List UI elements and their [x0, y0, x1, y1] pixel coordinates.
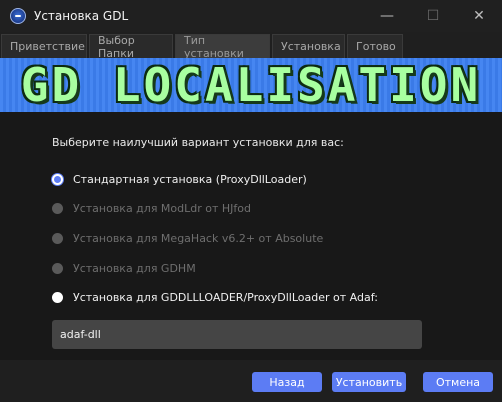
tab-welcome[interactable]: Приветствие	[1, 34, 87, 58]
tab-folder[interactable]: Выбор Папки	[89, 34, 173, 60]
radio-gddllloader[interactable]	[52, 292, 63, 303]
radio-modldr	[52, 203, 63, 214]
button-bar: Назад Установить Отмена	[0, 360, 502, 402]
option-modldr-label: Установка для ModLdr от HJfod	[73, 202, 252, 215]
option-megahack-label: Установка для MegaHack v6.2+ от Absolute	[73, 232, 324, 245]
maximize-icon[interactable]: ☐	[410, 0, 456, 32]
radio-gdhm	[52, 263, 63, 274]
title-bar: Установка GDL — ☐ ✕	[0, 0, 502, 32]
option-gddllloader[interactable]: Установка для GDDLLLOADER/ProxyDllLoader…	[52, 291, 378, 304]
cancel-button[interactable]: Отмена	[423, 372, 493, 392]
option-gdhm-label: Установка для GDHM	[73, 262, 196, 275]
option-megahack: Установка для MegaHack v6.2+ от Absolute	[52, 232, 323, 245]
back-button[interactable]: Назад	[252, 372, 322, 392]
option-standard[interactable]: Стандартная установка (ProxyDllLoader)	[52, 173, 307, 186]
install-button[interactable]: Установить	[332, 372, 406, 392]
tab-install[interactable]: Установка	[272, 34, 345, 58]
option-gdhm: Установка для GDHM	[52, 262, 196, 275]
option-modldr: Установка для ModLdr от HJfod	[52, 202, 251, 215]
option-gddllloader-label: Установка для GDDLLLOADER/ProxyDllLoader…	[73, 291, 378, 304]
radio-standard[interactable]	[52, 174, 63, 185]
wizard-tabs: Приветствие Выбор Папки Тип установки Ус…	[1, 34, 405, 60]
banner: GD Localisation	[0, 58, 502, 112]
prompt-label: Выберите наилучший вариант установки для…	[52, 136, 344, 149]
close-icon[interactable]: ✕	[456, 0, 502, 32]
installer-window: Установка GDL — ☐ ✕ Приветствие Выбор Па…	[0, 0, 502, 402]
radio-megahack	[52, 233, 63, 244]
window-controls: — ☐ ✕	[364, 0, 502, 32]
window-title: Установка GDL	[34, 9, 129, 23]
option-standard-label: Стандартная установка (ProxyDllLoader)	[73, 173, 307, 186]
install-type-panel: Выберите наилучший вариант установки для…	[0, 112, 502, 360]
minimize-icon[interactable]: —	[364, 0, 410, 32]
banner-logo-text: GD Localisation	[20, 58, 482, 112]
tab-install-type[interactable]: Тип установки	[175, 34, 270, 60]
app-logo-icon	[10, 8, 26, 24]
dll-name-input[interactable]: adaf-dll	[52, 320, 422, 349]
tab-done[interactable]: Готово	[347, 34, 403, 58]
